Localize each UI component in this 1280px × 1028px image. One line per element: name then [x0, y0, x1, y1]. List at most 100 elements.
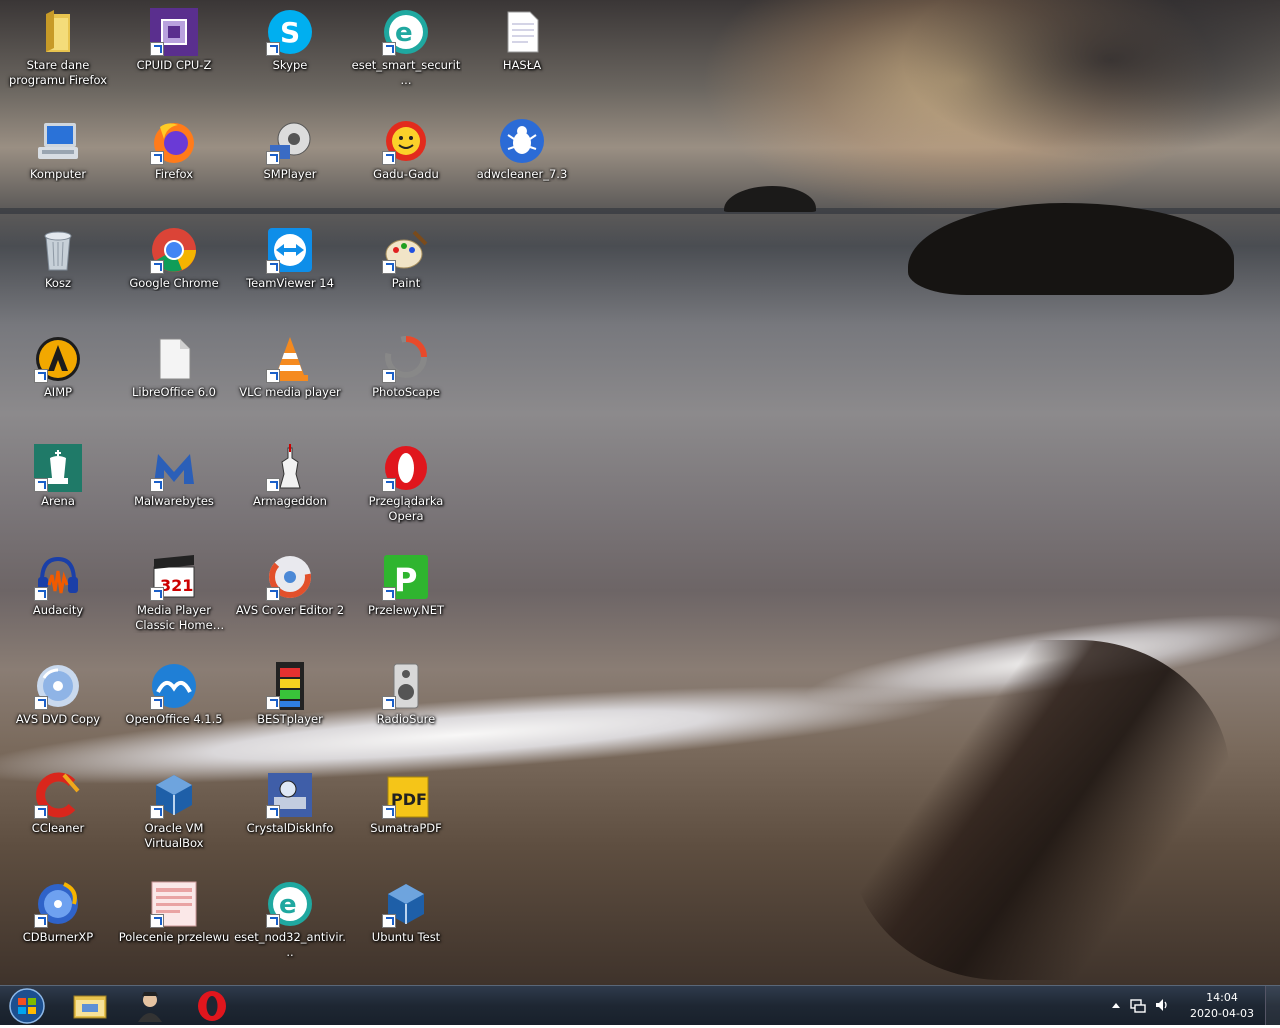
taskbar-user-button[interactable] — [124, 988, 176, 1024]
desktop-icon-paint[interactable]: Paint — [350, 226, 462, 291]
desktop-icon-polecenie-przelewu[interactable]: Polecenie przelewu — [118, 880, 230, 945]
clock-date: 2020-04-03 — [1190, 1007, 1254, 1020]
openoffice-icon — [150, 662, 198, 710]
desktop-icon-hasla[interactable]: HASŁA — [466, 8, 578, 73]
desktop-icon-przelewy-net[interactable]: P Przelewy.NET — [350, 553, 462, 618]
desktop-icon-armageddon[interactable]: Armageddon — [234, 444, 346, 509]
desktop-icon-komputer[interactable]: Komputer — [2, 117, 114, 182]
desktop-icon-photoscape[interactable]: PhotoScape — [350, 335, 462, 400]
opera-icon — [198, 991, 226, 1021]
smplayer-icon — [266, 117, 314, 165]
desktop-icon-bestplayer[interactable]: BESTplayer — [234, 662, 346, 727]
desktop-icon-avs-cover-editor[interactable]: AVS Cover Editor 2 — [234, 553, 346, 618]
shortcut-arrow-icon — [382, 151, 396, 165]
desktop-icon-teamviewer[interactable]: TeamViewer 14 — [234, 226, 346, 291]
firefox-icon — [150, 117, 198, 165]
wallpaper-seaweed — [850, 640, 1230, 980]
taskbar-explorer-button[interactable] — [64, 988, 116, 1024]
network-icon[interactable] — [1130, 997, 1146, 1016]
shortcut-arrow-icon — [266, 696, 280, 710]
svg-text:e: e — [279, 890, 297, 920]
computer-icon — [34, 117, 82, 165]
folder-icon — [34, 8, 82, 56]
desktop-icon-arena[interactable]: Arena — [2, 444, 114, 509]
desktop-icon-malwarebytes[interactable]: Malwarebytes — [118, 444, 230, 509]
malwarebytes-icon — [150, 444, 198, 492]
gadu-gadu-icon — [382, 117, 430, 165]
tray-expand-arrow-icon[interactable] — [1110, 998, 1122, 1015]
desktop-icon-google-chrome[interactable]: Google Chrome — [118, 226, 230, 291]
paint-icon — [382, 226, 430, 274]
volume-icon[interactable] — [1154, 997, 1170, 1016]
shortcut-arrow-icon — [266, 914, 280, 928]
virtualbox-icon — [150, 771, 198, 819]
desktop[interactable]: Stare dane programu Firefox Komputer Kos… — [0, 0, 1280, 985]
shortcut-arrow-icon — [266, 805, 280, 819]
desktop-icon-aimp[interactable]: AIMP — [2, 335, 114, 400]
desktop-icon-virtualbox[interactable]: Oracle VM VirtualBox — [118, 771, 230, 851]
desktop-icon-firefox[interactable]: Firefox — [118, 117, 230, 182]
eset-icon: e — [382, 8, 430, 56]
adwcleaner-icon — [498, 117, 546, 165]
virtualbox-icon — [382, 880, 430, 928]
desktop-icon-smplayer[interactable]: SMPlayer — [234, 117, 346, 182]
avs-dvd-icon — [34, 662, 82, 710]
start-button[interactable] — [4, 987, 50, 1025]
desktop-icon-kosz[interactable]: Kosz — [2, 226, 114, 291]
sumatrapdf-icon: PDF — [382, 771, 430, 819]
shortcut-arrow-icon — [382, 914, 396, 928]
desktop-icon-eset-nod32[interactable]: e eset_nod32_antivir... — [234, 880, 346, 960]
shortcut-arrow-icon — [266, 260, 280, 274]
shortcut-arrow-icon — [34, 805, 48, 819]
desktop-icon-opera[interactable]: Przeglądarka Opera — [350, 444, 462, 524]
desktop-icon-cpu-z[interactable]: CPUID CPU-Z — [118, 8, 230, 73]
crystaldiskinfo-icon — [266, 771, 314, 819]
desktop-icon-skype[interactable]: S Skype — [234, 8, 346, 73]
shortcut-arrow-icon — [150, 696, 164, 710]
desktop-icon-ccleaner[interactable]: CCleaner — [2, 771, 114, 836]
shortcut-arrow-icon — [150, 478, 164, 492]
desktop-icon-audacity[interactable]: Audacity — [2, 553, 114, 618]
desktop-icon-cdburnerxp[interactable]: CDBurnerXP — [2, 880, 114, 945]
shortcut-arrow-icon — [266, 151, 280, 165]
desktop-icon-libreoffice[interactable]: LibreOffice 6.0 — [118, 335, 230, 400]
desktop-icon-radiosure[interactable]: RadioSure — [350, 662, 462, 727]
shortcut-arrow-icon — [382, 696, 396, 710]
document-icon — [150, 880, 198, 928]
recycle-bin-icon — [34, 226, 82, 274]
shortcut-arrow-icon — [266, 42, 280, 56]
svg-text:e: e — [395, 18, 413, 48]
show-desktop-button[interactable] — [1265, 986, 1280, 1025]
clock[interactable]: 14:04 2020-04-03 — [1190, 990, 1254, 1022]
audacity-icon — [34, 553, 82, 601]
desktop-icon-ubuntu-test[interactable]: Ubuntu Test — [350, 880, 462, 945]
desktop-icon-adwcleaner[interactable]: adwcleaner_7.3 — [466, 117, 578, 182]
teamviewer-icon — [266, 226, 314, 274]
desktop-icon-gadu-gadu[interactable]: Gadu-Gadu — [350, 117, 462, 182]
desktop-icon-mpc-hc[interactable]: 321 Media Player Classic Home Cinema (32… — [118, 553, 230, 633]
desktop-icon-crystaldiskinfo[interactable]: CrystalDiskInfo — [234, 771, 346, 836]
shortcut-arrow-icon — [382, 369, 396, 383]
shortcut-arrow-icon — [266, 587, 280, 601]
folder-icon — [73, 995, 107, 1019]
desktop-icon-stare-dane-firefox[interactable]: Stare dane programu Firefox — [2, 8, 114, 88]
system-tray: 14:04 2020-04-03 — [1110, 986, 1280, 1025]
photoscape-icon — [382, 335, 430, 383]
eset-icon: e — [266, 880, 314, 928]
shortcut-arrow-icon — [266, 478, 280, 492]
cdburnerxp-icon — [34, 880, 82, 928]
taskbar: 14:04 2020-04-03 — [0, 985, 1280, 1025]
shortcut-arrow-icon — [382, 805, 396, 819]
desktop-icon-avs-dvd-copy[interactable]: AVS DVD Copy — [2, 662, 114, 727]
shortcut-arrow-icon — [150, 587, 164, 601]
desktop-icon-vlc[interactable]: VLC media player — [234, 335, 346, 400]
desktop-icon-openoffice[interactable]: OpenOffice 4.1.5 — [118, 662, 230, 727]
shortcut-arrow-icon — [150, 805, 164, 819]
taskbar-opera-button[interactable] — [186, 988, 238, 1024]
armageddon-icon — [266, 444, 314, 492]
shortcut-arrow-icon — [34, 478, 48, 492]
desktop-icon-sumatrapdf[interactable]: PDF SumatraPDF — [350, 771, 462, 836]
desktop-icon-eset-smart-security[interactable]: e eset_smart_securit... — [350, 8, 462, 88]
shortcut-arrow-icon — [150, 151, 164, 165]
shortcut-arrow-icon — [382, 478, 396, 492]
